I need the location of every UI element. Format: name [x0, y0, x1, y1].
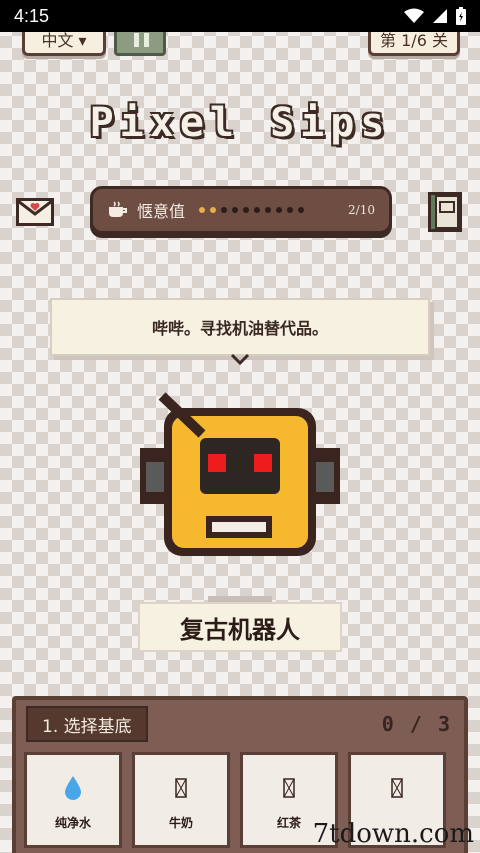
ingredient-card-water[interactable]: 纯净水 — [24, 752, 122, 848]
pause-icon — [134, 33, 139, 47]
customer-name-plate: 复古机器人 — [138, 602, 342, 652]
comfort-dot — [232, 207, 239, 213]
comfort-dot — [287, 207, 294, 213]
comfort-dot — [298, 207, 305, 213]
pause-icon-bar — [144, 33, 149, 47]
step-count: 0 / 3 — [381, 712, 452, 736]
status-time: 4:15 — [14, 5, 50, 26]
watermark: 7tdown.com — [312, 819, 474, 849]
comfort-count: 2/10 — [348, 203, 375, 217]
missing-glyph-icon — [175, 773, 187, 803]
water-drop-icon — [64, 773, 82, 803]
ingredient-card-milk[interactable]: 牛奶 — [132, 752, 230, 848]
comfort-dot — [265, 207, 272, 213]
recipe-book-icon[interactable] — [428, 192, 462, 232]
speech-text: 哔哔。寻找机油替代品。 — [151, 319, 328, 338]
wifi-icon — [404, 8, 424, 23]
comfort-dot — [276, 207, 283, 213]
comfort-dot — [221, 207, 228, 213]
system-icons — [404, 7, 466, 25]
signal-icon — [433, 9, 447, 23]
step-title: 1. 选择基底 — [42, 716, 132, 737]
speech-bubble: 哔哔。寻找机油替代品。 — [50, 298, 430, 356]
comfort-dot — [254, 207, 261, 213]
app-title: Pixel Sips — [89, 100, 391, 146]
comfort-dot — [243, 207, 250, 213]
ingredient-label: 牛奶 — [168, 816, 193, 830]
missing-glyph-icon — [391, 773, 403, 803]
coffee-cup-icon — [109, 201, 127, 217]
comfort-meter: 惬意值 2/10 — [90, 186, 392, 234]
robot-character — [140, 392, 340, 556]
status-bar: 4:15 — [0, 0, 480, 32]
comfort-label: 惬意值 — [137, 202, 186, 221]
ingredient-label: 纯净水 — [54, 816, 91, 830]
mail-icon[interactable] — [16, 198, 54, 226]
chevron-down-icon — [230, 353, 250, 366]
comfort-dot — [210, 207, 217, 213]
comfort-dot — [199, 207, 206, 213]
comfort-dots — [199, 207, 305, 213]
customer-name: 复古机器人 — [180, 615, 300, 644]
battery-icon — [456, 7, 466, 25]
step-header: 1. 选择基底 — [26, 706, 148, 742]
missing-glyph-icon — [283, 773, 295, 803]
